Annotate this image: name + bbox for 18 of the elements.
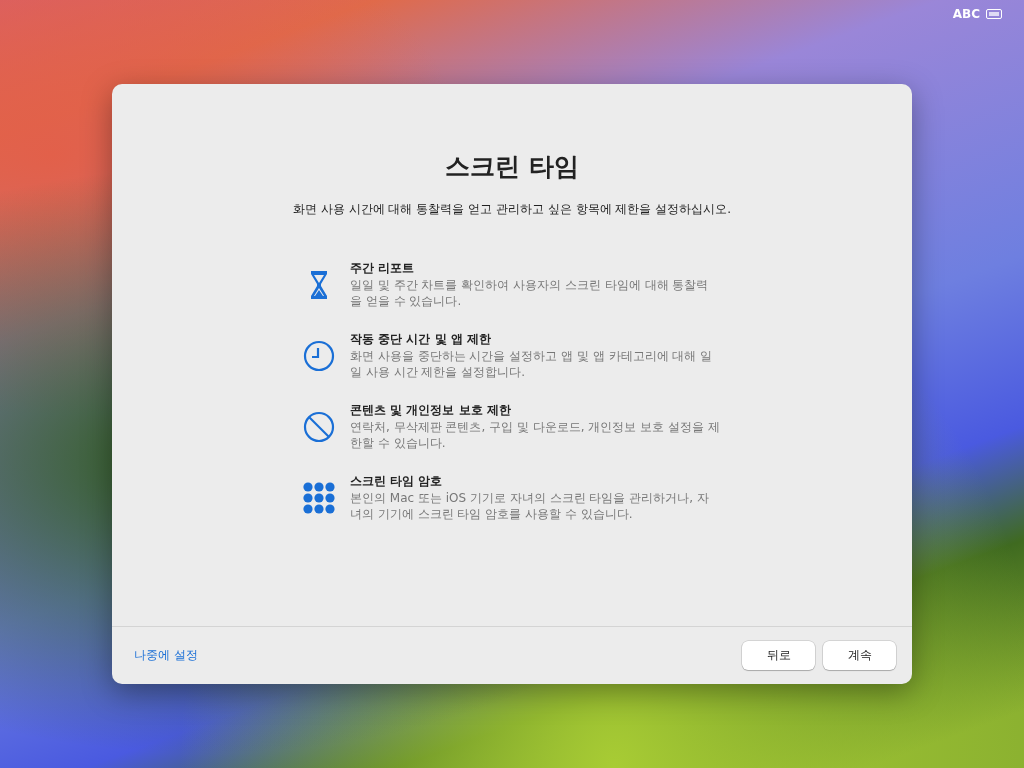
continue-button[interactable]: 계속 bbox=[823, 641, 896, 670]
keypad-icon bbox=[303, 481, 335, 514]
feature-title: 주간 리포트 bbox=[350, 260, 416, 277]
feature-description: 연락처, 무삭제판 콘텐츠, 구입 및 다운로드, 개인정보 보호 설정을 제한할 수 있습니다. bbox=[350, 419, 720, 451]
back-button[interactable]: 뒤로 bbox=[742, 641, 815, 670]
dialog-subtitle: 화면 사용 시간에 대해 통찰력을 얻고 관리하고 싶은 항목에 제한을 설정하십시오. bbox=[293, 201, 731, 218]
feature-title: 콘텐츠 및 개인정보 보호 제한 bbox=[350, 402, 512, 419]
keyboard-icon[interactable] bbox=[986, 9, 1002, 19]
feature-title: 작동 중단 시간 및 앱 제한 bbox=[350, 331, 492, 348]
dialog-title: 스크린 타임 bbox=[445, 151, 579, 183]
feature-description: 일일 및 주간 차트를 확인하여 사용자의 스크린 타임에 대해 통찰력을 얻을 수 있습니다. bbox=[350, 277, 710, 309]
prohibit-icon bbox=[303, 410, 335, 443]
clock-icon bbox=[303, 339, 335, 372]
feature-description: 본인의 Mac 또는 iOS 기기로 자녀의 스크린 타임을 관리하거나, 자녀의 기기에 스크린 타임 암호를 사용할 수 있습니다. bbox=[350, 490, 710, 522]
hourglass-icon bbox=[309, 269, 329, 300]
set-up-later-link[interactable]: 나중에 설정 bbox=[134, 647, 198, 664]
feature-description: 화면 사용을 중단하는 시간을 설정하고 앱 및 앱 카테고리에 대해 일일 사용 시간 제한을 설정합니다. bbox=[350, 348, 714, 380]
feature-title: 스크린 타임 암호 bbox=[350, 473, 444, 490]
